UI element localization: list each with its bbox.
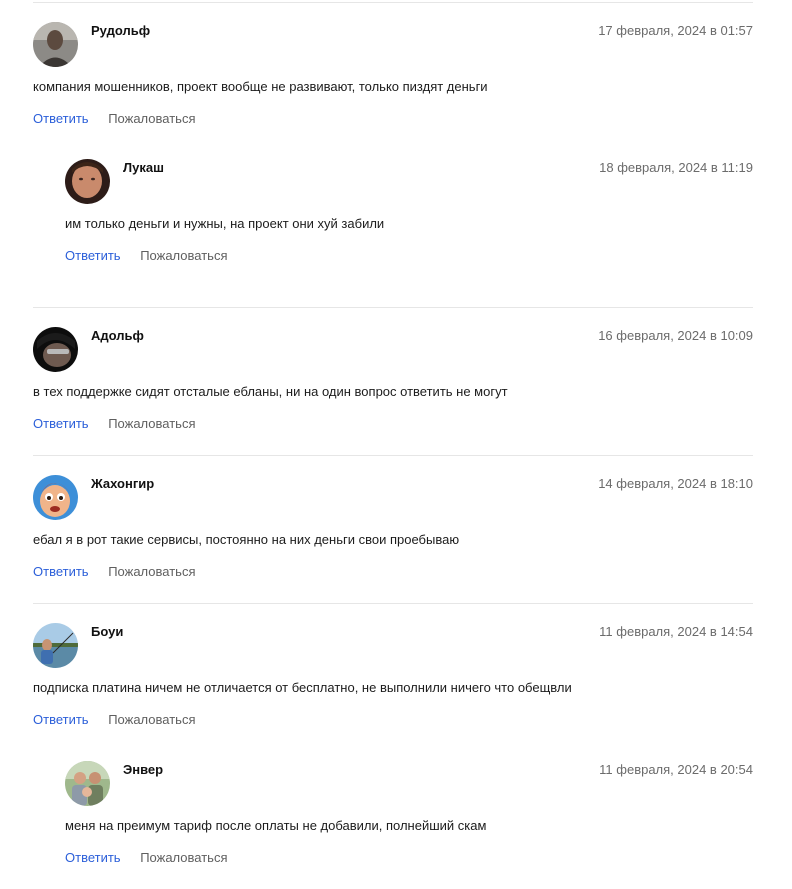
comment-author[interactable]: Энвер	[123, 762, 163, 777]
comment-date: 11 февраля, 2024 в 20:54	[599, 762, 753, 777]
user-avatar[interactable]	[33, 22, 78, 67]
comment-author[interactable]: Адольф	[91, 328, 144, 343]
reply-button[interactable]: Ответить	[33, 416, 89, 431]
comment-actions: Ответить Пожаловаться	[65, 850, 228, 865]
comment-text: в тех поддержке сидят отсталые ебланы, н…	[33, 384, 508, 399]
reply-button[interactable]: Ответить	[33, 564, 89, 579]
user-avatar[interactable]	[65, 159, 110, 204]
comment-text: меня на преимум тариф после оплаты не до…	[65, 818, 487, 833]
divider	[33, 603, 753, 604]
reply-button[interactable]: Ответить	[65, 248, 121, 263]
comment-date: 17 февраля, 2024 в 01:57	[598, 23, 753, 38]
comment-text: ебал я в рот такие сервисы, постоянно на…	[33, 532, 460, 547]
comment-date: 18 февраля, 2024 в 11:19	[599, 160, 753, 175]
user-avatar[interactable]	[33, 475, 78, 520]
reply-button[interactable]: Ответить	[33, 111, 89, 126]
report-button[interactable]: Пожаловаться	[108, 712, 195, 727]
report-button[interactable]: Пожаловаться	[140, 248, 227, 263]
comment-date: 11 февраля, 2024 в 14:54	[599, 624, 753, 639]
comment-actions: Ответить Пожаловаться	[33, 712, 196, 727]
comment-text: им только деньги и нужны, на проект они …	[65, 216, 385, 231]
comment-actions: Ответить Пожаловаться	[65, 248, 228, 263]
reply-button[interactable]: Ответить	[65, 850, 121, 865]
comment-author[interactable]: Жахонгир	[91, 476, 154, 491]
comment-text: подписка платина ничем не отличается от …	[33, 680, 572, 695]
comment: Жахонгир 14 февраля, 2024 в 18:10 ебал я…	[33, 475, 753, 603]
user-avatar[interactable]	[33, 623, 78, 668]
comment-actions: Ответить Пожаловаться	[33, 416, 196, 431]
divider	[33, 455, 753, 456]
divider	[33, 2, 753, 3]
comment-author[interactable]: Рудольф	[91, 23, 150, 38]
divider	[33, 307, 753, 308]
comment: Боуи 11 февраля, 2024 в 14:54 подписка п…	[33, 623, 753, 751]
report-button[interactable]: Пожаловаться	[108, 111, 195, 126]
reply-button[interactable]: Ответить	[33, 712, 89, 727]
comment-author[interactable]: Боуи	[91, 624, 123, 639]
comment-actions: Ответить Пожаловаться	[33, 111, 196, 126]
user-avatar[interactable]	[65, 761, 110, 806]
comment-date: 14 февраля, 2024 в 18:10	[598, 476, 753, 491]
comment: Адольф 16 февраля, 2024 в 10:09 в тех по…	[33, 327, 753, 455]
report-button[interactable]: Пожаловаться	[108, 564, 195, 579]
user-avatar[interactable]	[33, 327, 78, 372]
report-button[interactable]: Пожаловаться	[140, 850, 227, 865]
comment-text: компания мошенников, проект вообще не ра…	[33, 79, 488, 94]
comment-actions: Ответить Пожаловаться	[33, 564, 196, 579]
comment-author[interactable]: Лукаш	[123, 160, 164, 175]
comment-date: 16 февраля, 2024 в 10:09	[598, 328, 753, 343]
comment-reply: Лукаш 18 февраля, 2024 в 11:19 им только…	[65, 159, 753, 287]
report-button[interactable]: Пожаловаться	[108, 416, 195, 431]
comment: Рудольф 17 февраля, 2024 в 01:57 компани…	[33, 22, 753, 150]
